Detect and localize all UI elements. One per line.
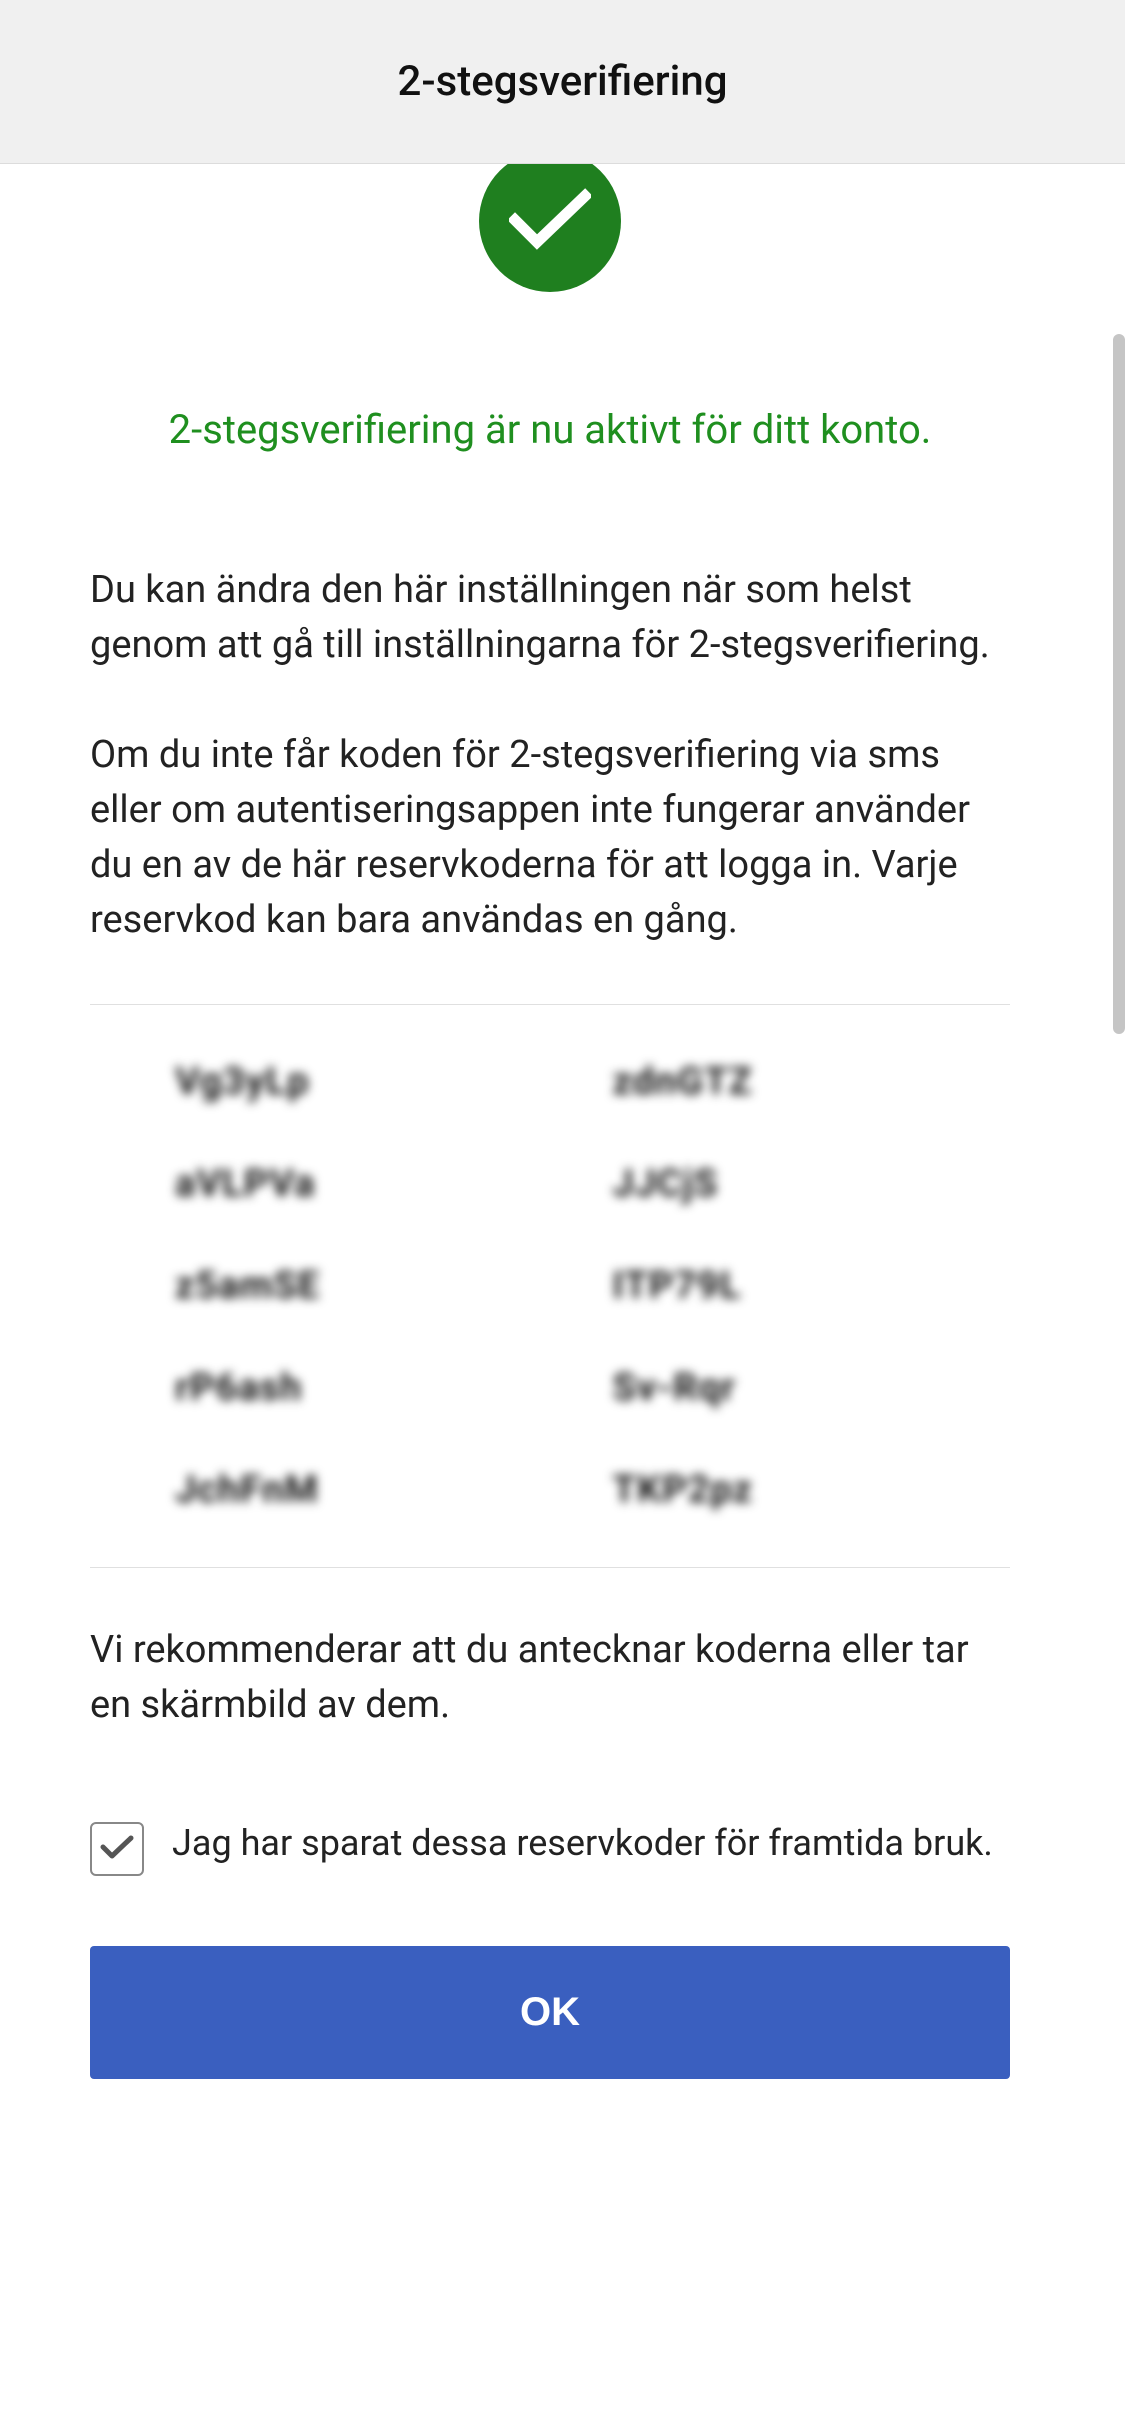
saved-codes-row: Jag har sparat dessa reservkoder för fra…: [90, 1818, 1010, 1876]
header-bar: 2-stegsverifiering: [0, 0, 1125, 164]
checkbox-check-icon: [100, 1834, 134, 1864]
backup-code: Vg3yLp: [175, 1060, 543, 1104]
main-content: 2-stegsverifiering är nu aktivt för ditt…: [0, 164, 1100, 2129]
success-headline: 2-stegsverifiering är nu aktivt för ditt…: [90, 406, 1010, 453]
info-paragraph-1: Du kan ändra den här inställningen när s…: [90, 563, 1010, 673]
info-paragraph-2: Om du inte får koden för 2-stegsverifier…: [90, 728, 1010, 948]
saved-codes-label: Jag har sparat dessa reservkoder för fra…: [172, 1818, 993, 1868]
recommend-text: Vi rekommenderar att du antecknar kodern…: [90, 1623, 1010, 1733]
backup-code: TKP2pz: [613, 1468, 981, 1512]
check-icon: [509, 188, 591, 254]
backup-code: ITP79L: [613, 1264, 981, 1308]
backup-code: zdnGTZ: [613, 1060, 981, 1104]
content-scroll-area[interactable]: 2-stegsverifiering är nu aktivt för ditt…: [0, 164, 1125, 2436]
saved-codes-checkbox[interactable]: [90, 1822, 144, 1876]
backup-code: JJCjS: [613, 1162, 981, 1206]
scrollbar[interactable]: [1113, 334, 1125, 1034]
backup-code: Sv-Rqr: [613, 1366, 981, 1410]
codes-column-left: Vg3yLp aVLPVa z5amSE rP6ash JchFnM: [120, 1060, 543, 1512]
ok-button[interactable]: OK: [90, 1946, 1010, 2079]
codes-column-right: zdnGTZ JJCjS ITP79L Sv-Rqr TKP2pz: [543, 1060, 981, 1512]
page-title: 2-stegsverifiering: [397, 57, 727, 106]
backup-code: aVLPVa: [175, 1162, 543, 1206]
backup-codes-section: Vg3yLp aVLPVa z5amSE rP6ash JchFnM zdnGT…: [90, 1004, 1010, 1568]
backup-code: z5amSE: [175, 1264, 543, 1308]
backup-code: JchFnM: [175, 1468, 543, 1512]
success-check-badge: [479, 164, 621, 292]
backup-code: rP6ash: [175, 1366, 543, 1410]
